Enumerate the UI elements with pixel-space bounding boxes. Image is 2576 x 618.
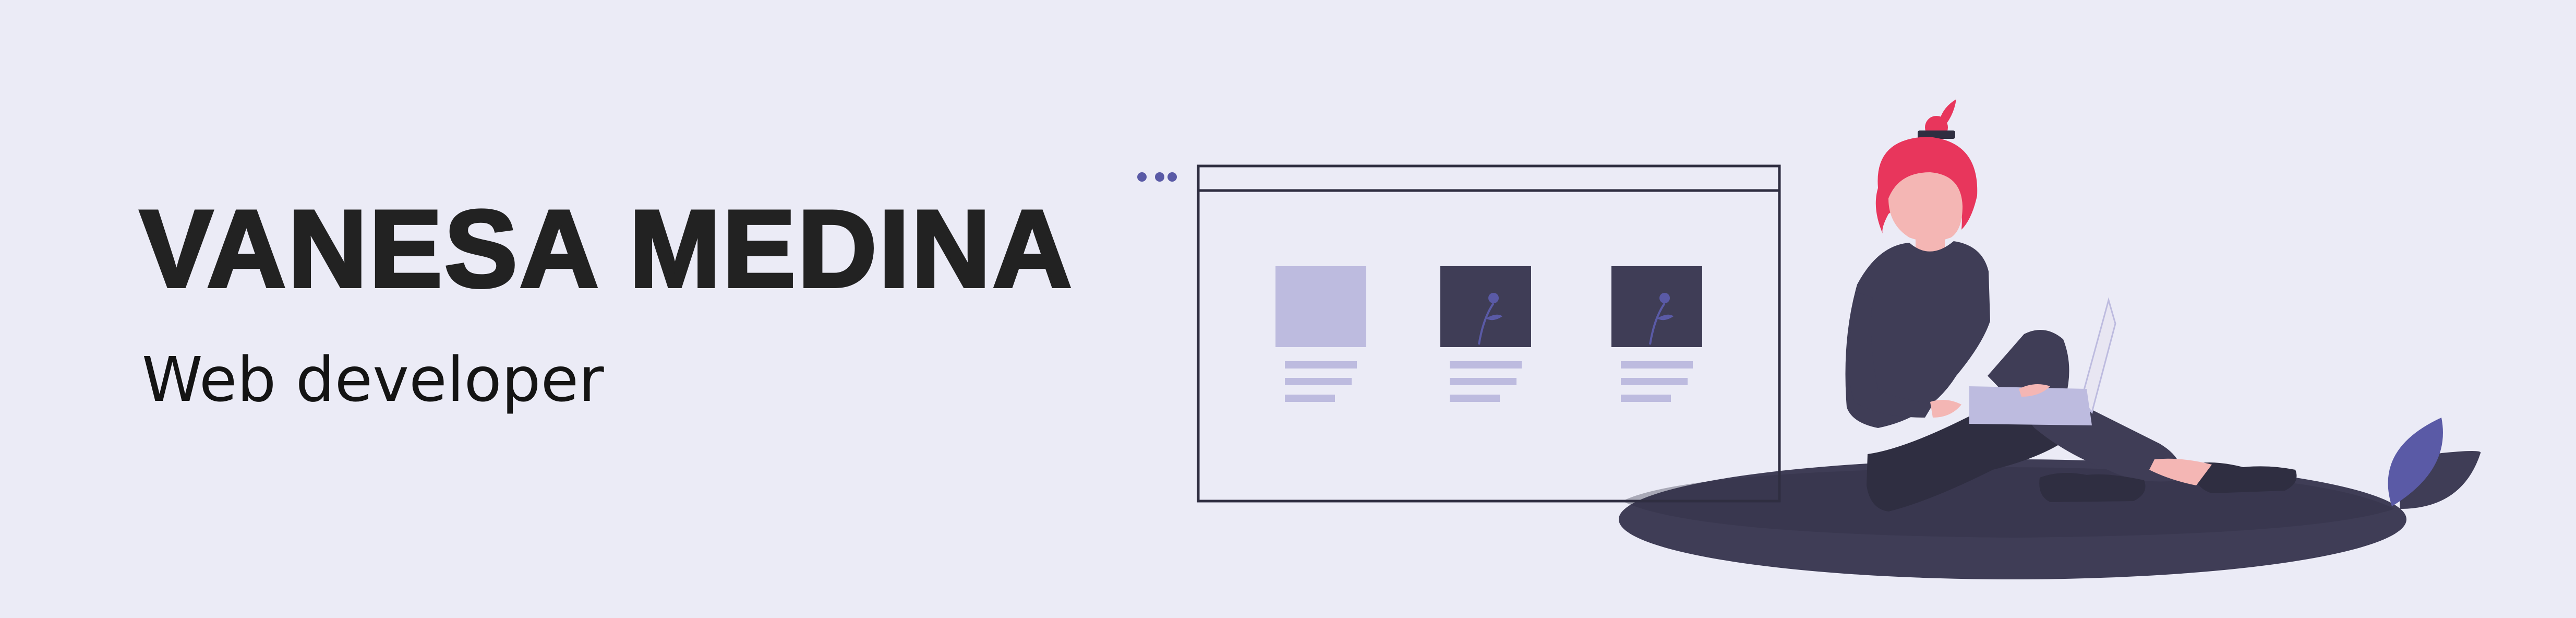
browser-card-1 bbox=[1275, 266, 1366, 402]
person-with-laptop-icon bbox=[1845, 99, 2297, 512]
profile-banner: VANESA MEDINA Web developer bbox=[0, 0, 2576, 618]
browser-card-3 bbox=[1611, 266, 1702, 402]
plant-leaf-icon bbox=[2388, 418, 2481, 509]
browser-card-2 bbox=[1440, 266, 1531, 402]
window-dots-icon bbox=[1137, 172, 1177, 182]
browser-window-icon bbox=[1197, 164, 1781, 503]
developer-illustration bbox=[1137, 99, 2481, 579]
